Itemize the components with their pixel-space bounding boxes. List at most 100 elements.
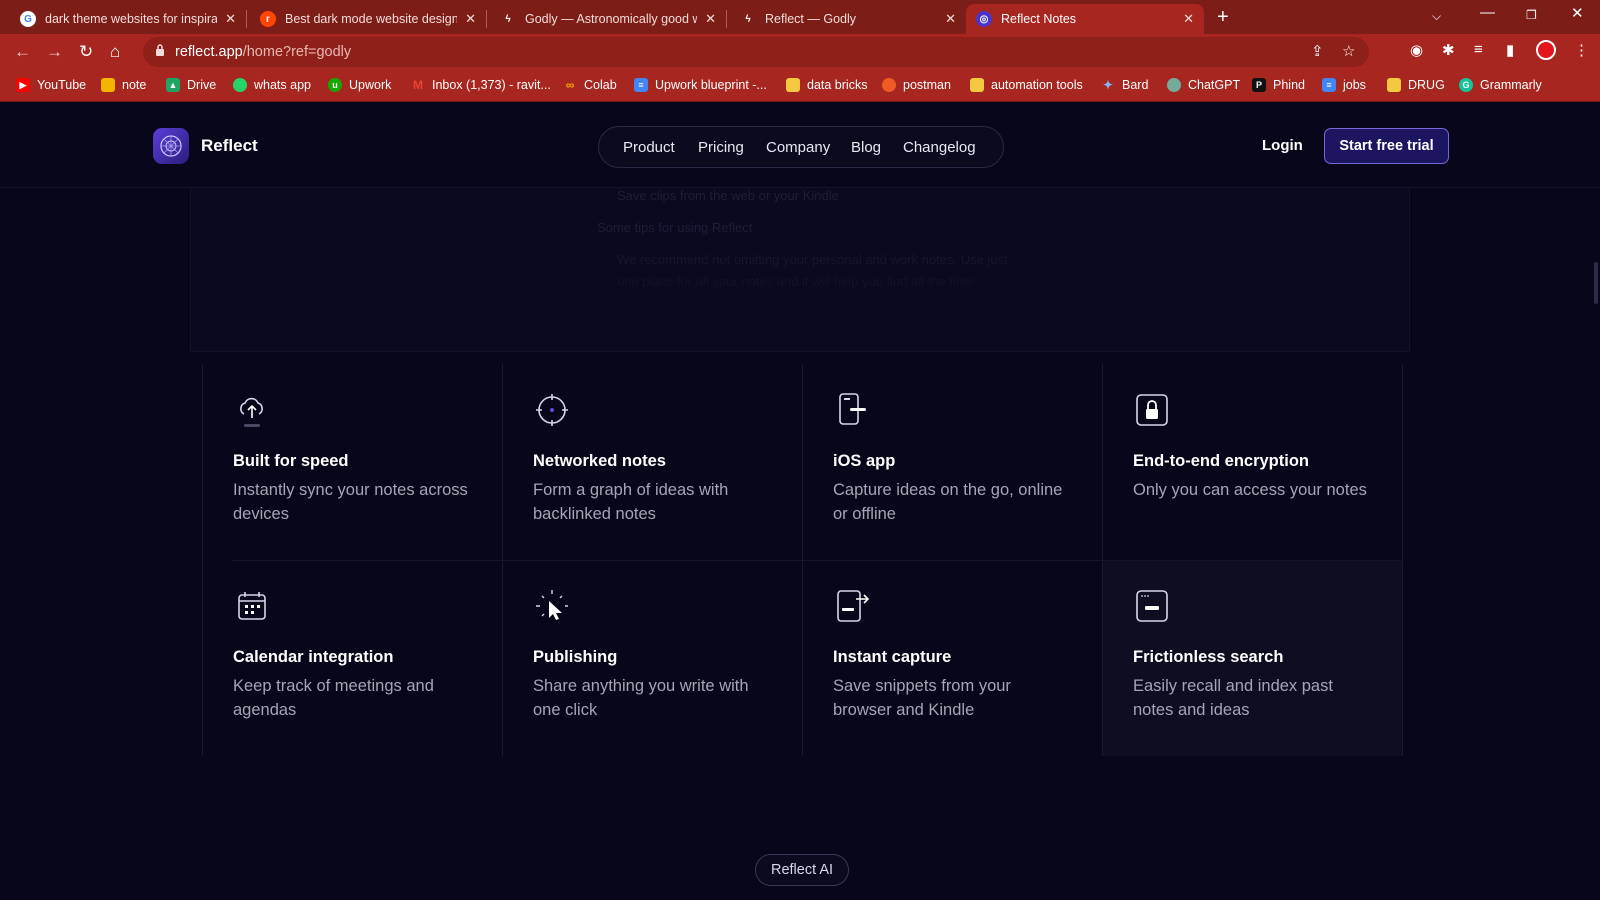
restore-icon[interactable]: ❐: [1526, 8, 1537, 22]
close-icon[interactable]: ✕: [945, 11, 956, 27]
feature-card: Calendar integration Keep track of meeti…: [202, 560, 502, 756]
bookmark-label: Upwork blueprint -...: [655, 78, 767, 92]
reflect-logo-icon[interactable]: [153, 128, 189, 164]
new-tab-icon[interactable]: +: [1217, 6, 1229, 29]
bookmark[interactable]: ChatGPT: [1167, 78, 1240, 92]
calendar-icon: [238, 592, 266, 620]
close-icon[interactable]: ✕: [705, 11, 716, 27]
nav-changelog[interactable]: Changelog: [903, 139, 976, 156]
godly-icon: ϟ: [505, 13, 511, 25]
docs-icon: ≡: [634, 78, 648, 92]
nav-product[interactable]: Product: [623, 139, 675, 156]
menu-kebab-icon[interactable]: ⋮: [1574, 41, 1589, 59]
home-icon[interactable]: ⌂: [110, 42, 120, 62]
bookmark[interactable]: ▲ Drive: [166, 78, 216, 92]
media-icon[interactable]: ≡: [1474, 41, 1483, 58]
youtube-icon: ▶: [16, 78, 30, 92]
bookmark-label: postman: [903, 78, 951, 92]
bookmark[interactable]: note: [101, 78, 146, 92]
tab-title: Best dark mode website designs?: [285, 12, 458, 26]
bookmark[interactable]: M Inbox (1,373) - ravit...: [411, 78, 551, 92]
bookmark-label: YouTube: [37, 78, 87, 92]
close-icon[interactable]: ✕: [1183, 11, 1194, 27]
bookmark[interactable]: P Phind: [1252, 78, 1305, 92]
bookmark[interactable]: whats app: [233, 78, 311, 92]
close-icon[interactable]: ✕: [465, 11, 476, 27]
note-icon: [101, 78, 115, 92]
url-path: /home?ref=godly: [242, 44, 352, 60]
google-icon: G: [20, 11, 36, 27]
bookmark[interactable]: postman: [882, 78, 951, 92]
tab-title: dark theme websites for inspirati: [45, 12, 218, 26]
bookmark-label: whats app: [254, 78, 311, 92]
reflect-ai-badge[interactable]: Reflect AI: [755, 854, 849, 886]
feature-title: Built for speed: [233, 452, 349, 470]
capture-icon: [837, 590, 870, 622]
bookmark[interactable]: u Upwork: [328, 78, 391, 92]
browser-tab[interactable]: ϟ Godly — Astronomically good w ✕: [490, 4, 726, 34]
browser-tab[interactable]: G dark theme websites for inspirati ✕: [10, 4, 246, 34]
bookmark[interactable]: ✦ Bard: [1101, 78, 1148, 92]
bookmark-label: ChatGPT: [1188, 78, 1241, 92]
bookmark-label: data bricks: [807, 78, 868, 92]
tab-title: Reflect — Godly: [765, 12, 857, 26]
feature-desc: Only you can access your notes: [1133, 481, 1367, 499]
page-scrollbar[interactable]: [1594, 262, 1598, 304]
search-window-icon: [1136, 590, 1168, 622]
feature-title: Instant capture: [833, 648, 952, 666]
url-text: reflect.app/home?ref=godly: [175, 44, 351, 60]
browser-tab-active[interactable]: ◎ Reflect Notes ✕: [966, 4, 1204, 34]
close-icon[interactable]: ✕: [225, 11, 236, 27]
bookmark-label: Drive: [187, 78, 217, 92]
bookmark-label: Bard: [1122, 78, 1149, 92]
extensions-icon[interactable]: ✱: [1442, 41, 1455, 59]
bookmark[interactable]: G Grammarly: [1459, 78, 1542, 92]
address-bar[interactable]: reflect.app/home?ref=godly ⇪ ☆: [143, 37, 1369, 67]
phind-icon: P: [1252, 78, 1266, 92]
network-node-icon: [536, 394, 568, 426]
browser-tab[interactable]: r Best dark mode website designs? ✕: [250, 4, 486, 34]
feature-title: Calendar integration: [233, 648, 394, 666]
profile-avatar[interactable]: [1536, 40, 1556, 60]
lock-icon: [1136, 394, 1168, 426]
tab-title: Godly — Astronomically good w: [525, 12, 698, 26]
tab-title: Reflect Notes: [1001, 12, 1077, 26]
bookmark[interactable]: ▶ YouTube: [16, 78, 86, 92]
bookmark[interactable]: ≡ Upwork blueprint -...: [634, 78, 767, 92]
grammarly-ext-icon[interactable]: ◉: [1410, 41, 1423, 59]
start-free-trial-button[interactable]: Start free trial: [1324, 128, 1449, 164]
bookmark-star-icon[interactable]: ☆: [1342, 42, 1355, 60]
bookmark-label: jobs: [1343, 78, 1366, 92]
ghost-text: We recommend not omitting your personal …: [617, 252, 1008, 267]
grammarly-icon: G: [1459, 78, 1473, 92]
feature-card: Built for speed Instantly sync your note…: [202, 364, 502, 560]
bookmark[interactable]: ≡ jobs: [1322, 78, 1366, 92]
browser-tab[interactable]: ϟ Reflect — Godly ✕: [730, 4, 966, 34]
docs-icon: ≡: [1322, 78, 1336, 92]
nav-pricing[interactable]: Pricing: [698, 139, 744, 156]
bookmark[interactable]: ∞ Colab: [563, 78, 617, 92]
url-host: reflect.app: [175, 44, 243, 60]
drive-icon: ▲: [166, 78, 180, 92]
share-icon[interactable]: ⇪: [1311, 42, 1324, 60]
feature-card: Frictionless search Easily recall and in…: [1102, 560, 1402, 756]
bard-icon: ✦: [1102, 78, 1114, 92]
bookmark[interactable]: automation tools: [970, 78, 1083, 92]
forward-icon[interactable]: →: [46, 42, 63, 62]
brand-name[interactable]: Reflect: [201, 136, 258, 156]
back-icon[interactable]: ←: [14, 42, 31, 62]
feature-title: Networked notes: [533, 452, 666, 470]
bookmark[interactable]: data bricks: [786, 78, 867, 92]
feature-card: Instant capture Save snippets from your …: [802, 560, 1102, 756]
feature-desc: Form a graph of ideas with backlinked no…: [533, 481, 729, 523]
bookmark[interactable]: DRUG: [1387, 78, 1445, 92]
window-close-icon[interactable]: ✕: [1571, 4, 1584, 22]
nav-blog[interactable]: Blog: [851, 139, 881, 156]
godly-icon: ϟ: [745, 13, 751, 25]
tab-search-icon[interactable]: ⌵: [1432, 9, 1441, 24]
login-link[interactable]: Login: [1262, 137, 1303, 154]
nav-company[interactable]: Company: [766, 139, 830, 156]
reload-icon[interactable]: ↻: [79, 42, 93, 62]
sidepanel-icon[interactable]: ▮: [1506, 41, 1514, 59]
minimize-icon[interactable]: —: [1480, 4, 1495, 21]
